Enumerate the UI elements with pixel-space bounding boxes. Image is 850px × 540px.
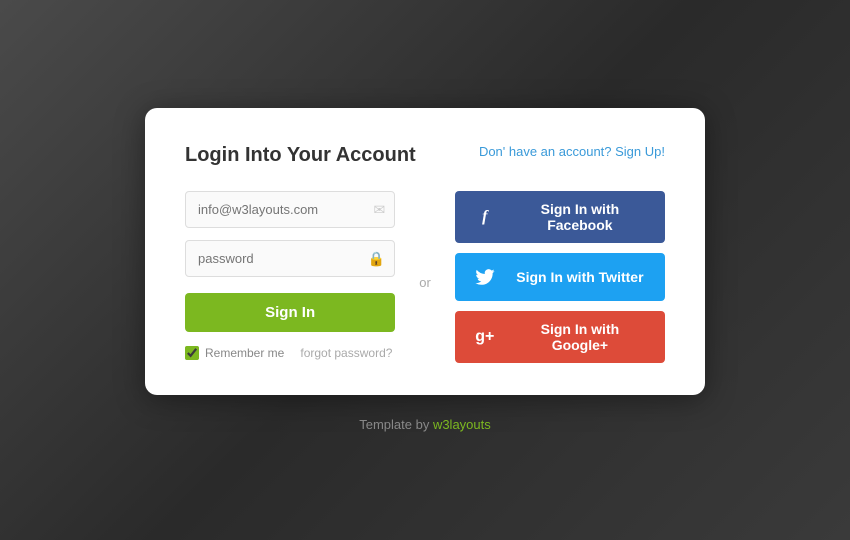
twitter-signin-button[interactable]: Sign In with Twitter <box>455 253 665 301</box>
facebook-signin-button[interactable]: f Sign In with Facebook <box>455 191 665 243</box>
card-body: ✉ 🔒 Sign In Remember me forgot password?… <box>185 191 665 363</box>
remember-checkbox[interactable] <box>185 346 199 360</box>
social-buttons: f Sign In with Facebook Sign In with Twi… <box>455 191 665 363</box>
password-input-wrapper: 🔒 <box>185 240 395 277</box>
twitter-signin-label: Sign In with Twitter <box>511 269 649 285</box>
signin-button[interactable]: Sign In <box>185 293 395 332</box>
email-icon: ✉ <box>373 201 385 218</box>
footer: Template by w3layouts <box>359 417 491 432</box>
google-icon: g+ <box>471 323 499 351</box>
facebook-signin-label: Sign In with Facebook <box>511 201 649 233</box>
login-card: Login Into Your Account Don' have an acc… <box>145 108 705 395</box>
or-divider: or <box>415 265 435 290</box>
email-field[interactable] <box>185 191 395 228</box>
forgot-password-link[interactable]: forgot password? <box>300 346 392 360</box>
google-signin-button[interactable]: g+ Sign In with Google+ <box>455 311 665 363</box>
login-form: ✉ 🔒 Sign In Remember me forgot password? <box>185 191 395 360</box>
remember-row: Remember me forgot password? <box>185 346 395 360</box>
email-input-wrapper: ✉ <box>185 191 395 228</box>
signup-link[interactable]: Don' have an account? Sign Up! <box>479 144 665 159</box>
card-header: Login Into Your Account Don' have an acc… <box>185 144 665 167</box>
twitter-icon <box>471 263 499 291</box>
google-signin-label: Sign In with Google+ <box>511 321 649 353</box>
remember-me-label[interactable]: Remember me <box>185 346 284 360</box>
w3layouts-link[interactable]: w3layouts <box>433 417 491 432</box>
facebook-icon: f <box>471 203 499 231</box>
card-title: Login Into Your Account <box>185 144 416 167</box>
password-icon: 🔒 <box>368 250 385 267</box>
password-field[interactable] <box>185 240 395 277</box>
